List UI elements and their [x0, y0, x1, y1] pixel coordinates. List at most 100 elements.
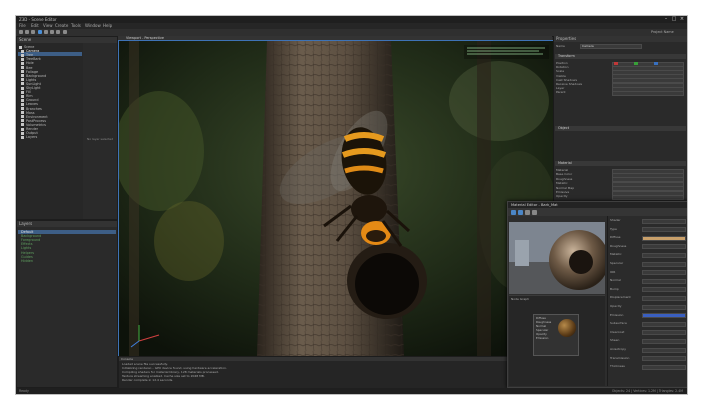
- material-property-field[interactable]: [642, 304, 686, 310]
- material-property-label: Emission: [610, 312, 624, 317]
- x-color-swatch: [614, 62, 618, 65]
- property-field[interactable]: [612, 90, 684, 96]
- material-property-field[interactable]: [642, 356, 686, 362]
- property-label: Roughness: [556, 176, 573, 181]
- layers-panel-header: Layers: [17, 221, 117, 227]
- object-icon: [21, 107, 24, 110]
- layers-panel: Layers Default Background Foreground Effect…: [16, 220, 118, 388]
- render-icon[interactable]: [63, 30, 67, 34]
- console-panel: Console Loaded scene file successfully. …: [118, 356, 554, 390]
- status-right: Objects: 24 | Vertices: 1.2M | Triangles…: [611, 389, 683, 393]
- new-icon[interactable]: [19, 30, 23, 34]
- rotate-icon[interactable]: [50, 30, 54, 34]
- object-icon: [21, 131, 24, 135]
- object-icon: [21, 123, 24, 127]
- material-property-label: Diffuse: [610, 235, 621, 240]
- section-object[interactable]: Object: [555, 126, 686, 131]
- object-icon: [21, 115, 24, 119]
- material-property-label: Thickness: [610, 364, 625, 369]
- material-property-label: Metallic: [610, 252, 622, 257]
- layer-item[interactable]: Hidden: [21, 259, 33, 263]
- object-icon: [21, 127, 24, 131]
- select-icon[interactable]: [38, 30, 42, 34]
- maximize-button[interactable]: □: [670, 16, 678, 23]
- object-icon: [21, 66, 24, 69]
- node-graph[interactable]: Node Graph Diffuse Roughness Normal Spec…: [509, 295, 605, 386]
- property-label: Emissive: [556, 190, 570, 194]
- object-icon: [21, 94, 24, 98]
- open-icon[interactable]: [25, 30, 29, 34]
- material-editor-window: Material Editor - Bark_Mat Node Graph Di…: [507, 201, 687, 388]
- title-bar: Z3D - Scene Editor – □ ×: [16, 16, 687, 23]
- material-property-label: Bump: [610, 286, 619, 291]
- material-property-field[interactable]: [642, 244, 686, 250]
- material-property-field[interactable]: [642, 364, 686, 370]
- status-left: Ready: [19, 389, 29, 393]
- material-property-field[interactable]: [642, 347, 686, 353]
- minimize-button[interactable]: –: [662, 16, 670, 23]
- object-icon: [21, 78, 24, 82]
- export-icon[interactable]: [532, 209, 537, 215]
- material-property-field[interactable]: [642, 252, 686, 258]
- material-property-field[interactable]: [642, 278, 686, 284]
- render-image: [119, 41, 553, 356]
- tree-item[interactable]: Layers: [21, 135, 37, 139]
- material-property-field[interactable]: [642, 295, 686, 301]
- play-icon[interactable]: [511, 209, 516, 215]
- object-icon: [21, 82, 24, 86]
- node-graph-label: Node Graph: [511, 297, 529, 301]
- scale-icon[interactable]: [56, 30, 60, 34]
- scene-panel: Scene Scene Camera Tree TreeBark Hole Bee Foli…: [16, 36, 118, 220]
- material-property-field[interactable]: [642, 270, 686, 276]
- property-label: Normal Map: [556, 185, 575, 190]
- close-button[interactable]: ×: [678, 16, 686, 23]
- material-properties: Shader Type Diffuse Roughness Metallic Specul…: [607, 216, 687, 386]
- section-transform[interactable]: Transform: [555, 54, 686, 59]
- material-property-label: Roughness: [610, 243, 627, 248]
- material-property-label: Opacity: [610, 304, 622, 308]
- material-property-label: Anisotropy: [610, 347, 627, 351]
- object-icon: [19, 45, 22, 49]
- property-label: Base Color: [556, 172, 573, 177]
- object-icon: [21, 53, 24, 57]
- material-property-field[interactable]: [642, 261, 686, 267]
- name-label: Name: [556, 44, 565, 48]
- project-label: Project Name: [651, 30, 674, 34]
- object-icon: [21, 135, 24, 139]
- property-field[interactable]: [612, 194, 684, 200]
- material-property-label: Transmission: [610, 355, 630, 360]
- material-property-label: Displacement: [610, 295, 631, 300]
- material-property-label: IOR: [610, 269, 616, 274]
- viewport[interactable]: [118, 40, 554, 357]
- object-icon: [21, 102, 24, 106]
- refresh-icon[interactable]: [518, 209, 523, 215]
- property-label: Opacity: [556, 194, 568, 199]
- property-label: Parent: [556, 90, 566, 95]
- settings-icon[interactable]: [525, 209, 530, 215]
- material-property-field[interactable]: [642, 313, 686, 319]
- material-property-label: Normal: [610, 278, 621, 283]
- material-preview[interactable]: [509, 222, 605, 294]
- material-property-field[interactable]: [642, 235, 686, 241]
- material-property-field[interactable]: [642, 218, 686, 224]
- object-icon: [21, 111, 24, 115]
- z-color-swatch: [654, 62, 658, 65]
- property-label: Metallic: [556, 181, 568, 186]
- scene-hint: No layer selected: [87, 137, 114, 141]
- y-color-swatch: [634, 62, 638, 65]
- console-header: Console: [119, 357, 553, 361]
- section-material[interactable]: Material: [555, 161, 686, 166]
- material-property-label: Shader: [610, 218, 621, 222]
- material-node[interactable]: Diffuse Roughness Normal Specular Opacit…: [533, 314, 579, 356]
- save-icon[interactable]: [31, 30, 35, 34]
- tree-item-label: Layers: [26, 135, 38, 140]
- material-property-field[interactable]: [642, 338, 686, 344]
- material-property-field[interactable]: [642, 321, 686, 327]
- object-icon: [21, 61, 24, 65]
- object-icon: [21, 119, 24, 123]
- move-icon[interactable]: [44, 30, 48, 34]
- material-property-field[interactable]: [642, 330, 686, 336]
- material-editor-toolbar: [508, 208, 687, 216]
- material-property-field[interactable]: [642, 227, 686, 233]
- material-property-field[interactable]: [642, 287, 686, 293]
